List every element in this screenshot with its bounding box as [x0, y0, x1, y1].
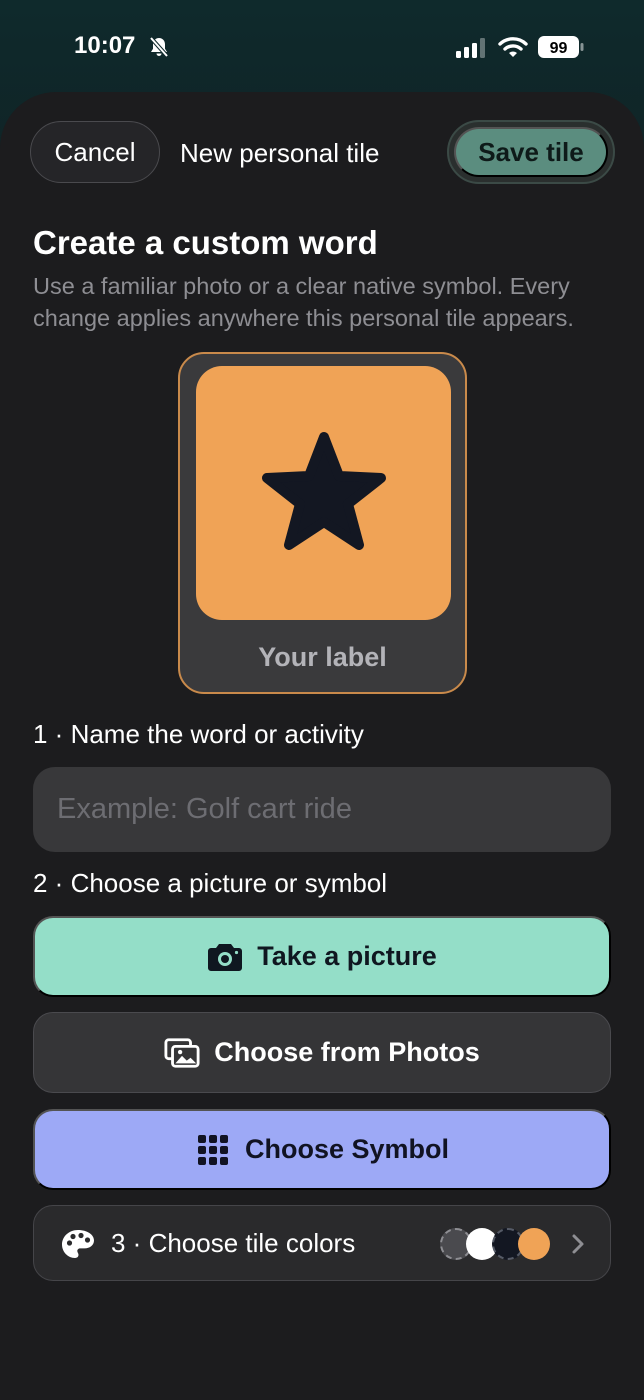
page-heading: Create a custom word — [33, 224, 378, 261]
palette-icon — [62, 1230, 94, 1258]
color-swatch — [518, 1228, 550, 1260]
sheet-title: New personal tile — [180, 138, 380, 168]
wifi-icon — [498, 37, 528, 57]
battery-level: 99 — [550, 40, 568, 57]
step-1-label: 1 · Name the word or activity — [33, 719, 364, 749]
take-picture-label: Take a picture — [257, 941, 437, 971]
cancel-button[interactable]: Cancel — [30, 121, 160, 183]
save-button-frame: Save tile — [447, 120, 615, 184]
save-tile-button[interactable]: Save tile — [454, 127, 608, 177]
chevron-right-icon — [572, 1234, 584, 1254]
choose-from-photos-label: Choose from Photos — [214, 1037, 480, 1067]
tile-preview: Your label — [178, 352, 467, 694]
tile-preview-label: Your label — [258, 642, 387, 672]
star-icon — [261, 432, 386, 550]
tile-preview-image — [196, 366, 451, 620]
new-tile-sheet: Cancel New personal tile Save tile Creat… — [0, 92, 644, 1400]
photos-icon — [164, 1037, 200, 1069]
step-2-label: 2 · Choose a picture or symbol — [33, 868, 388, 898]
grid-icon — [195, 1134, 231, 1166]
status-bar: 10:07 99 — [0, 0, 644, 92]
cellular-signal-icon — [456, 38, 485, 58]
word-name-input[interactable] — [33, 767, 611, 852]
battery-icon: 99 — [538, 36, 584, 58]
choose-from-photos-button[interactable]: Choose from Photos — [33, 1012, 611, 1093]
step-3-label: 3 · Choose tile colors — [111, 1228, 356, 1258]
status-time: 10:07 — [74, 32, 136, 59]
page-description: Use a familiar photo or a clear native s… — [33, 273, 574, 331]
choose-symbol-label: Choose Symbol — [244, 1134, 450, 1164]
take-picture-button[interactable]: Take a picture — [33, 916, 611, 997]
choose-tile-colors-row[interactable]: 3 · Choose tile colors — [33, 1205, 611, 1281]
choose-symbol-button[interactable]: Choose Symbol — [33, 1109, 611, 1190]
bell-muted-icon — [149, 36, 169, 58]
camera-icon — [207, 941, 243, 973]
